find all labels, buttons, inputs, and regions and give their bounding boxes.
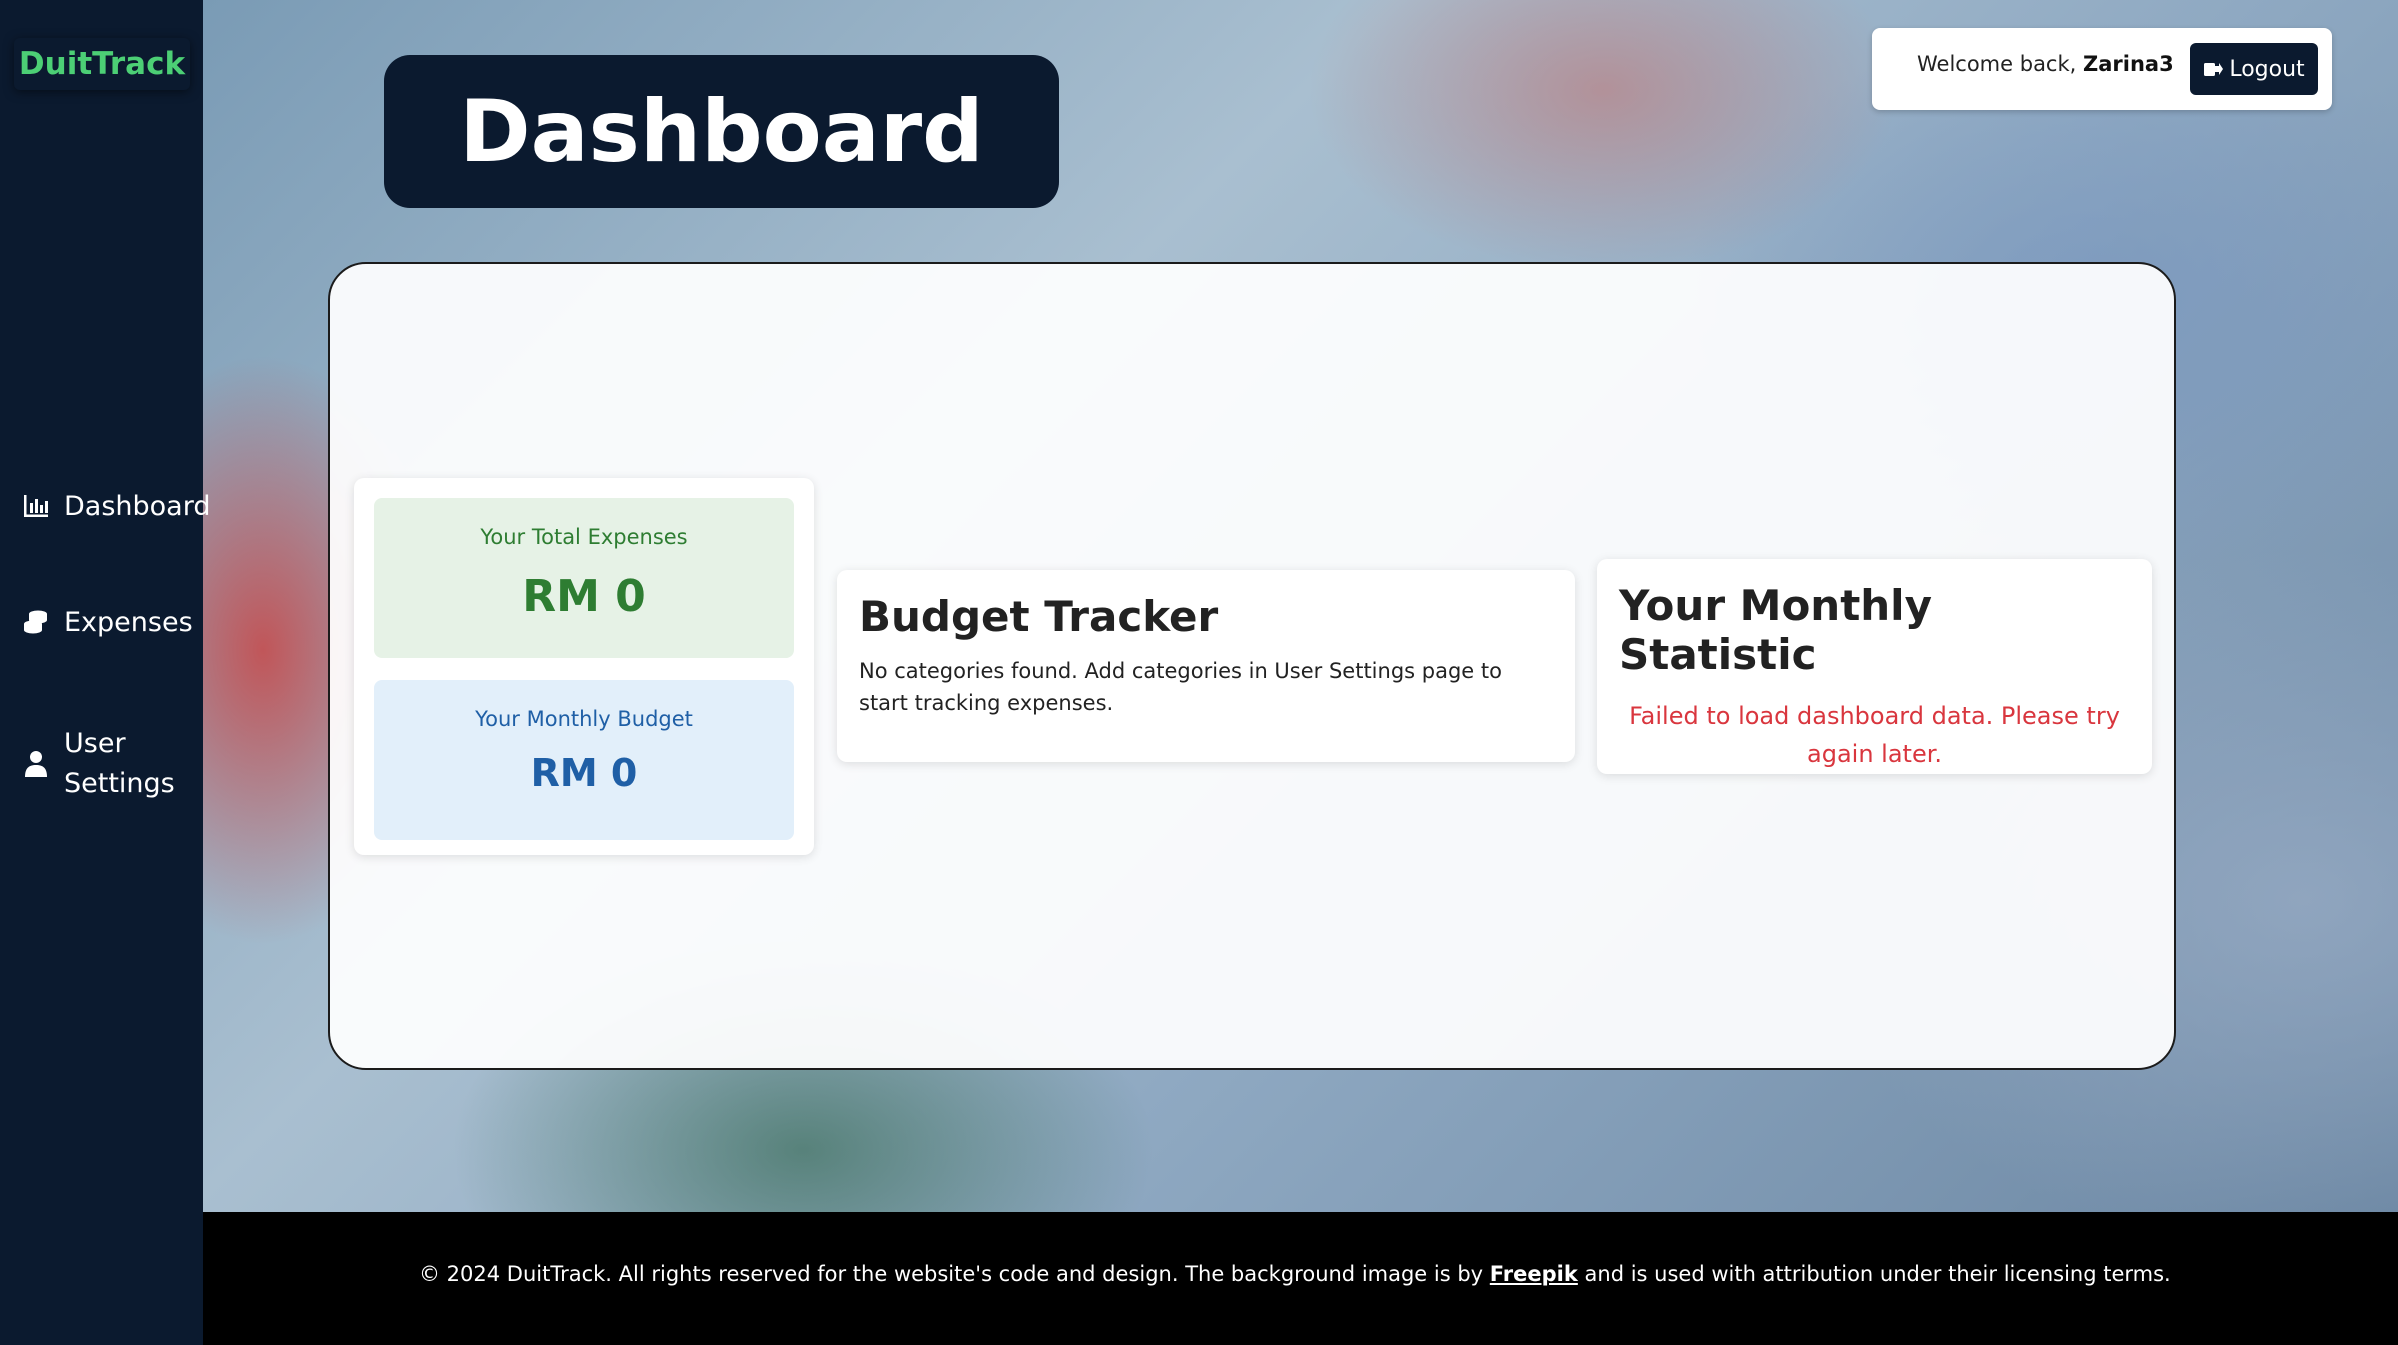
monthly-statistic-title: Your Monthly Statistic	[1619, 581, 1932, 679]
brand-logo[interactable]: DuitTrack	[14, 38, 190, 90]
sidebar-item-dashboard[interactable]: Dashboard	[20, 490, 210, 522]
error-message: Failed to load dashboard data. Please tr…	[1629, 702, 2120, 768]
monthly-budget-stat: Your Monthly Budget RM 0	[374, 680, 794, 840]
footer-text-after: and is used with attribution under their…	[1577, 1262, 2171, 1286]
coins-icon	[20, 606, 52, 638]
logout-icon	[2203, 60, 2224, 78]
total-expenses-stat: Your Total Expenses RM 0	[374, 498, 794, 658]
total-expenses-value: RM 0	[522, 571, 646, 622]
footer-text: © 2024 DuitTrack. All rights reserved fo…	[419, 1262, 2171, 1286]
sidebar-item-user-settings[interactable]: User Settings	[20, 724, 184, 804]
sidebar-item-label: Dashboard	[64, 490, 211, 522]
sidebar: DuitTrack Dashboard Expenses User Settin…	[0, 0, 210, 1345]
budget-tracker-title: Budget Tracker	[859, 592, 1219, 641]
budget-tracker-card: Budget Tracker No categories found. Add …	[837, 570, 1575, 762]
user-icon	[20, 748, 52, 780]
sidebar-item-expenses[interactable]: Expenses	[20, 606, 193, 638]
summary-card: Your Total Expenses RM 0 Your Monthly Bu…	[354, 478, 814, 855]
page-title: Dashboard	[384, 55, 1059, 208]
freepik-link[interactable]: Freepik	[1490, 1262, 1578, 1286]
logout-button[interactable]: Logout	[2190, 43, 2318, 95]
footer: © 2024 DuitTrack. All rights reserved fo…	[203, 1212, 2398, 1345]
budget-tracker-message: No categories found. Add categories in U…	[859, 659, 1502, 715]
welcome-message: Welcome back, Zarina3	[1917, 52, 2174, 76]
username: Zarina3	[2083, 52, 2174, 76]
monthly-budget-value: RM 0	[530, 751, 638, 795]
total-expenses-label: Your Total Expenses	[480, 525, 688, 549]
welcome-prefix: Welcome back,	[1917, 52, 2083, 76]
footer-text-before: © 2024 DuitTrack. All rights reserved fo…	[419, 1262, 1490, 1286]
sidebar-item-label: User Settings	[64, 728, 175, 799]
logout-label: Logout	[2229, 56, 2305, 82]
bar-chart-icon	[20, 490, 52, 522]
monthly-budget-label: Your Monthly Budget	[475, 707, 693, 731]
sidebar-item-label: Expenses	[64, 606, 193, 638]
monthly-statistic-card: Your Monthly Statistic Failed to load da…	[1597, 559, 2152, 774]
user-welcome-box: Welcome back, Zarina3 Logout	[1872, 28, 2332, 110]
